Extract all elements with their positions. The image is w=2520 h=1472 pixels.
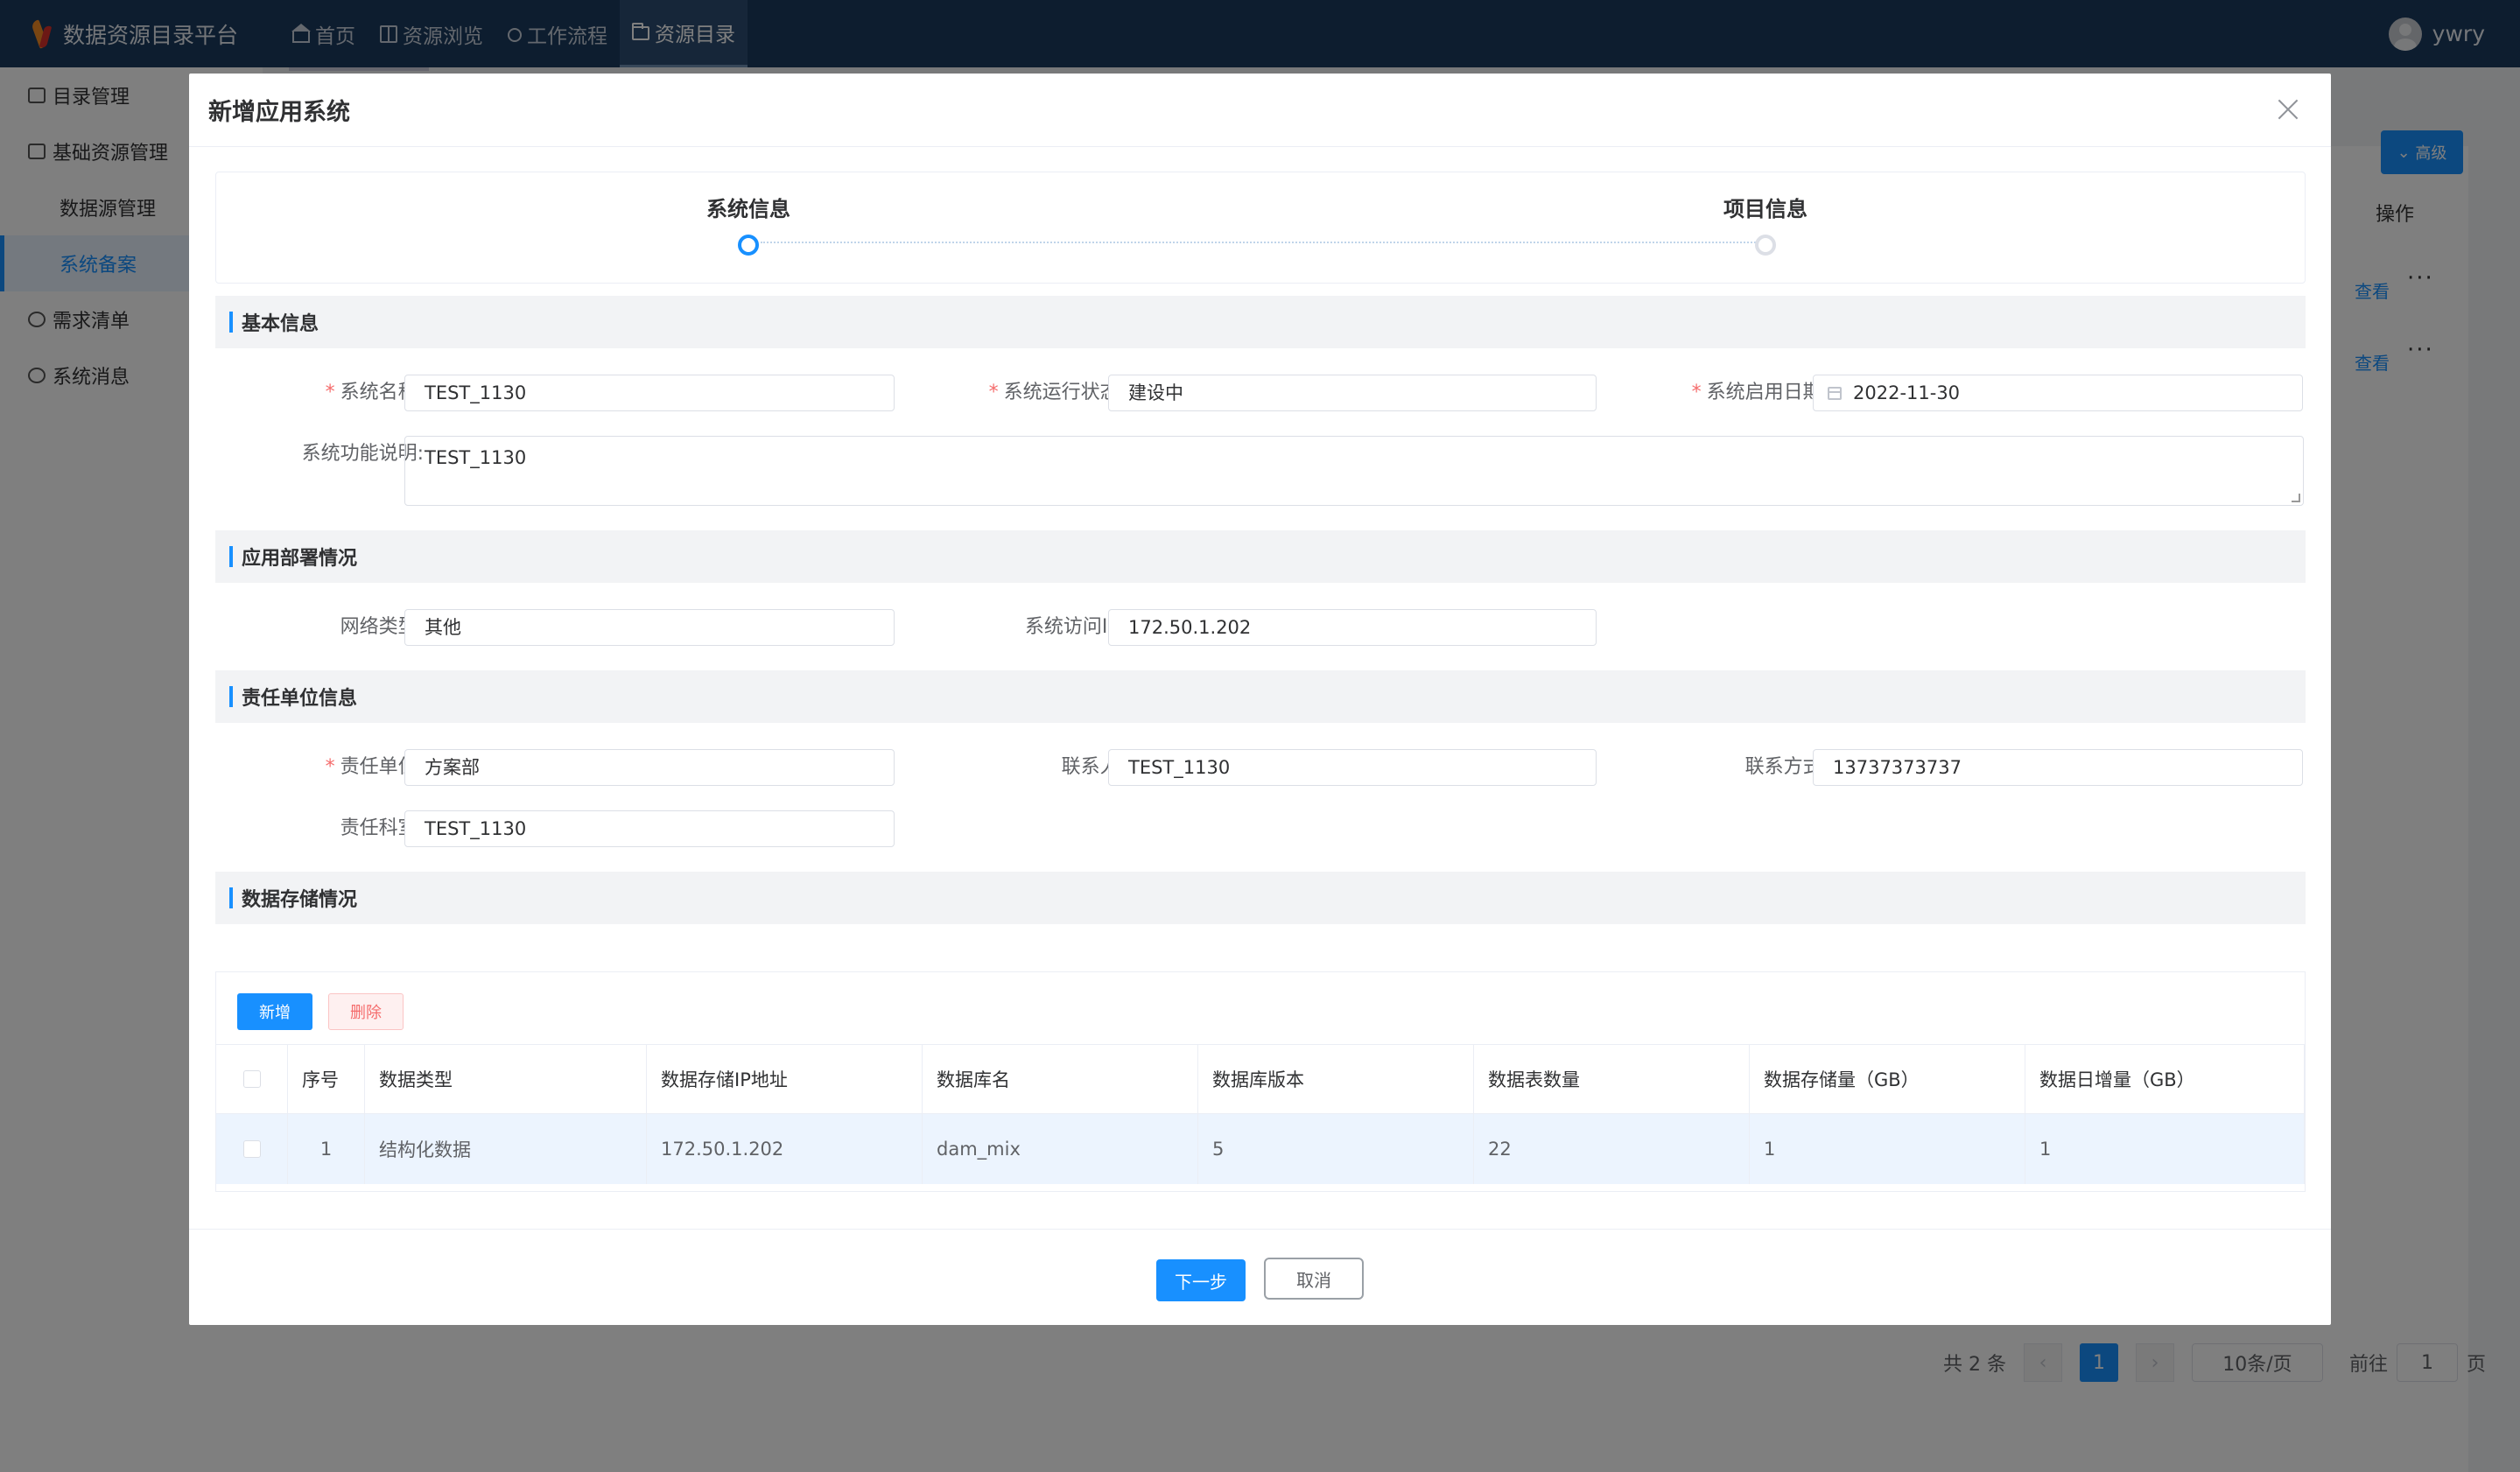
add-application-system-dialog: 新增应用系统 系统信息 项目信息 基本信息 * 系统名称: TEST_1130 *…	[189, 74, 2331, 1325]
table-cell: 1	[2025, 1114, 2305, 1184]
contact-label: 联系人:	[1061, 756, 1126, 778]
next-step-button[interactable]: 下一步	[1156, 1259, 1246, 1301]
add-storage-button[interactable]: 新增	[237, 993, 312, 1030]
dialog-title: 新增应用系统	[208, 99, 350, 126]
start-date-value: 2022-11-30	[1853, 382, 1961, 403]
select-all-checkbox[interactable]	[242, 1070, 261, 1088]
step-wait-dot	[1755, 235, 1776, 256]
section-accent	[229, 686, 233, 707]
step-project-info: 项目信息	[1723, 192, 1808, 256]
dialog-footer: 下一步 取消	[189, 1229, 2331, 1325]
access-ip-label: 系统访问IP:	[1024, 616, 1126, 638]
select-all-cell	[216, 1044, 288, 1114]
network-type-select[interactable]: 其他	[404, 609, 895, 646]
run-status-select[interactable]: 建设中	[1108, 375, 1597, 411]
owner-unit-select[interactable]: 方案部	[404, 749, 895, 786]
table-header-row: 序号 数据类型 数据存储IP地址 数据库名 数据库版本 数据表数量 数据存储量（…	[216, 1044, 2305, 1114]
table-cell: 1	[1750, 1114, 2025, 1184]
owner-dept-label: 责任科室:	[340, 817, 424, 839]
network-type-label: 网络类型:	[340, 616, 424, 638]
step-label: 系统信息	[706, 197, 790, 221]
function-desc-textarea[interactable]: TEST_1130	[404, 436, 2304, 506]
column-header: 数据表数量	[1474, 1044, 1750, 1114]
table-cell: 1	[288, 1114, 365, 1184]
section-data-storage: 数据存储情况	[215, 872, 2306, 924]
function-desc-value: TEST_1130	[425, 447, 527, 468]
section-title: 基本信息	[242, 313, 319, 335]
column-header: 数据库版本	[1198, 1044, 1474, 1114]
column-header: 数据类型	[365, 1044, 647, 1114]
system-name-label: * 系统名称:	[325, 382, 424, 403]
owner-dept-input[interactable]: TEST_1130	[404, 810, 895, 847]
delete-storage-button[interactable]: 删除	[328, 993, 404, 1030]
row-select-cell	[216, 1114, 288, 1184]
start-date-picker[interactable]: 2022-11-30	[1813, 375, 2303, 411]
contact-phone-input[interactable]: 13737373737	[1813, 749, 2303, 786]
section-title: 数据存储情况	[242, 889, 358, 911]
section-accent	[229, 887, 233, 908]
column-header: 数据存储IP地址	[647, 1044, 923, 1114]
table-cell: 22	[1474, 1114, 1750, 1184]
steps: 系统信息 项目信息	[215, 172, 2306, 284]
column-header: 数据日增量（GB）	[2025, 1044, 2305, 1114]
section-title: 应用部署情况	[242, 548, 358, 570]
contact-input[interactable]: TEST_1130	[1108, 749, 1597, 786]
function-desc-label: 系统功能说明:	[301, 443, 424, 465]
table-cell: dam_mix	[923, 1114, 1198, 1184]
section-basic-info: 基本信息	[215, 296, 2306, 348]
calendar-icon	[1828, 387, 1842, 400]
step-connector	[761, 242, 1758, 243]
section-accent	[229, 312, 233, 333]
column-header: 序号	[288, 1044, 365, 1114]
column-header: 数据库名	[923, 1044, 1198, 1114]
step-label: 项目信息	[1723, 197, 1808, 221]
contact-phone-label: 联系方式:	[1744, 756, 1829, 778]
table-row[interactable]: 1 结构化数据 172.50.1.202 dam_mix 5 22 1 1	[216, 1114, 2305, 1184]
storage-table: 序号 数据类型 数据存储IP地址 数据库名 数据库版本 数据表数量 数据存储量（…	[216, 1044, 2305, 1184]
section-title: 责任单位信息	[242, 688, 358, 710]
table-cell: 结构化数据	[365, 1114, 647, 1184]
access-ip-input[interactable]: 172.50.1.202	[1108, 609, 1597, 646]
section-deployment: 应用部署情况	[215, 530, 2306, 583]
system-name-input[interactable]: TEST_1130	[404, 375, 895, 411]
step-system-info: 系统信息	[706, 192, 790, 256]
table-cell: 172.50.1.202	[647, 1114, 923, 1184]
dialog-header: 新增应用系统	[189, 74, 2331, 147]
owner-unit-label: * 责任单位:	[325, 756, 424, 778]
column-header: 数据存储量（GB）	[1750, 1044, 2025, 1114]
close-icon[interactable]	[2277, 98, 2299, 121]
storage-table-panel: 新增 删除 序号 数据类型 数据存储IP地址 数据库名 数据库版本 数据表数量 …	[215, 971, 2306, 1192]
run-status-label: * 系统运行状态:	[988, 382, 1126, 403]
section-owner-unit: 责任单位信息	[215, 670, 2306, 723]
section-accent	[229, 546, 233, 567]
step-active-dot	[738, 235, 759, 256]
resize-handle-icon[interactable]	[2292, 494, 2300, 502]
row-checkbox[interactable]	[242, 1140, 261, 1158]
start-date-label: * 系统启用日期:	[1691, 382, 1829, 403]
table-cell: 5	[1198, 1114, 1474, 1184]
cancel-button[interactable]: 取消	[1264, 1258, 1364, 1300]
